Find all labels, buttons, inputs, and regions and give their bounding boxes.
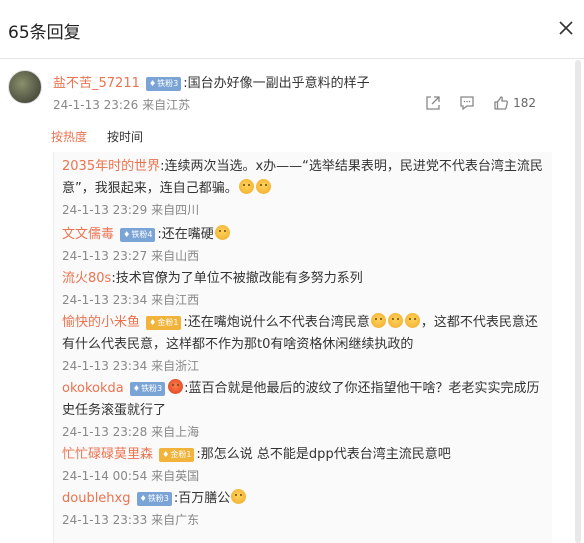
fan-badge[interactable]: ♦铁粉3 [129,382,166,396]
emoji-icon [168,379,184,394]
list-item: 愉快的小米鱼 ♦金粉1:还在嘴炮说什么不代表台湾民意 ，这都不代表民意还有什么代表… [62,312,550,375]
avatar[interactable] [8,70,42,104]
dialog-header: 65条回复 [0,0,584,59]
reply-meta: 24-1-13 23:34 来自浙江 [62,359,200,373]
fan-badge[interactable]: ♦铁粉4 [120,228,156,242]
fan-badge[interactable]: ♦铁粉3 [146,77,182,91]
like-icon[interactable] [493,95,509,111]
like-count: 182 [513,96,536,110]
list-item: okokokda ♦铁粉3:蓝百合就是他最后的波纹了你还指望他干啥？老老实实完成… [62,378,550,441]
scrollbar[interactable] [574,60,582,543]
reply-username[interactable]: 文文儒毒 [62,227,114,242]
reply-username[interactable]: doublehxg [62,491,131,506]
scrollbar-thumb[interactable] [575,60,581,543]
reply-username[interactable]: 2035年时的世界 [62,159,160,174]
main-comment-line: 盐不苦_57211 ♦铁粉3:国台办好像一副出乎意料的样子 [53,72,370,91]
close-icon[interactable] [556,18,576,38]
list-item: 流火80s:技术官僚为了单位不被撤改能有多努力系列 24-1-13 23:34 … [62,268,550,309]
reply-text: :那怎么说 总不能是dpp代表台湾主流民意吧 [196,447,451,462]
reply-username[interactable]: okokokda [62,381,124,396]
reply-username[interactable]: 流火80s [62,271,111,286]
comment-actions: 182 [425,94,536,112]
tab-sort-time[interactable]: 按时间 [107,128,143,145]
reply-text: :还在嘴炮说什么不代表台湾民意 [183,315,370,330]
reply-username[interactable]: 忙忙碌碌莫里森 [62,447,153,462]
fan-badge[interactable]: ♦金粉1 [159,448,195,462]
like-button[interactable]: 182 [493,95,536,111]
list-item: 2035年时的世界:连续两次当选。x办——“选举结果表明，民进党不代表台湾主流民… [62,156,550,219]
main-comment-text: :国台办好像一副出乎意料的样子 [183,76,370,91]
comment-icon[interactable] [459,95,475,111]
reply-meta: 24-1-14 00:54 来自英国 [62,469,200,483]
reply-meta: 24-1-13 23:34 来自江西 [62,293,200,307]
emoji-icon [387,313,403,328]
fan-badge[interactable]: ♦铁粉3 [136,492,172,506]
reply-list: 2035年时的世界:连续两次当选。x办——“选举结果表明，民进党不代表台湾主流民… [53,152,552,543]
emoji-icon [255,179,271,194]
list-item: 文文儒毒 ♦铁粉4:还在嘴硬 24-1-13 23:27 来自山西 [62,224,550,265]
dialog-title: 65条回复 [8,23,81,43]
reply-text: :技术官僚为了单位不被撤改能有多努力系列 [111,271,363,286]
main-comment-meta: 24-1-13 23:26 来自江苏 [53,96,190,113]
fan-badge[interactable]: ♦金粉1 [146,316,182,330]
reply-meta: 24-1-13 23:27 来自山西 [62,249,200,263]
emoji-icon [214,225,230,240]
reply-text: :还在嘴硬 [157,227,214,242]
sort-tabs: 按热度 按时间 [51,128,143,145]
reply-username[interactable]: 愉快的小米鱼 [62,315,140,330]
tab-sort-hot[interactable]: 按热度 [51,128,87,145]
reply-meta: 24-1-13 23:33 来自广东 [62,513,200,527]
list-item: doublehxg ♦铁粉3:百万膳公 24-1-13 23:33 来自广东 [62,488,550,529]
replies-scroll-area[interactable]: 盐不苦_57211 ♦铁粉3:国台办好像一副出乎意料的样子 24-1-13 23… [0,60,584,543]
share-icon[interactable] [425,95,441,111]
main-comment-location: 来自江苏 [142,98,191,112]
main-comment-time: 24-1-13 23:26 [53,98,139,112]
reply-text: :百万膳公 [173,491,231,506]
main-comment-username[interactable]: 盐不苦_57211 [53,76,140,91]
list-item: 忙忙碌碌莫里森 ♦金粉1:那怎么说 总不能是dpp代表台湾主流民意吧 24-1-… [62,444,550,485]
emoji-icon [238,179,254,194]
emoji-icon [404,313,420,328]
main-comment: 盐不苦_57211 ♦铁粉3:国台办好像一副出乎意料的样子 24-1-13 23… [0,60,570,130]
reply-meta: 24-1-13 23:28 来自上海 [62,425,200,439]
emoji-icon [370,313,386,328]
reply-meta: 24-1-13 23:29 来自四川 [62,203,200,217]
emoji-icon [231,489,247,504]
